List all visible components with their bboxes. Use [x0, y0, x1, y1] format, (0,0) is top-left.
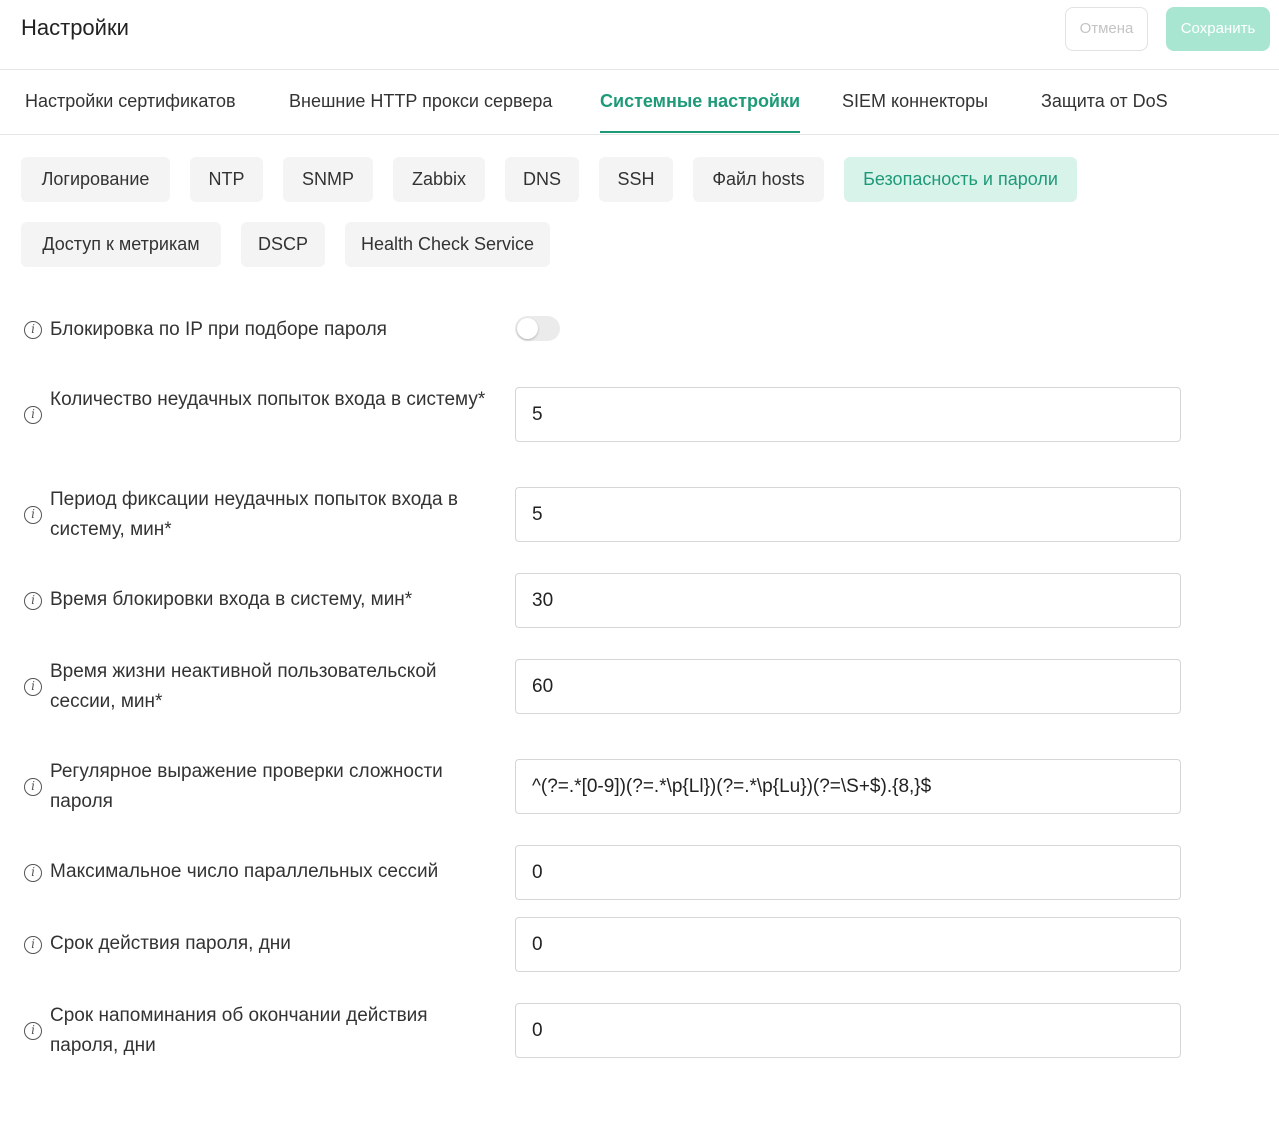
tab-certificate-settings[interactable]: Настройки сертификатов: [25, 90, 236, 133]
subtab-logging[interactable]: Логирование: [21, 157, 170, 202]
password-regex-input[interactable]: ^(?=.*[0-9])(?=.*\p{Ll})(?=.*\p{Lu})(?=\…: [515, 759, 1181, 814]
info-icon[interactable]: i: [24, 936, 42, 954]
info-icon[interactable]: i: [24, 678, 42, 696]
page-title: Настройки: [21, 15, 129, 40]
password-regex-label: Регулярное выражение проверки сложности …: [50, 761, 443, 812]
password-reminder-label: Срок напоминания об окончании действия п…: [50, 1005, 428, 1056]
ip-block-toggle[interactable]: [515, 316, 560, 341]
subtab-metrics-access[interactable]: Доступ к метрикам: [21, 222, 221, 267]
failed-attempts-input[interactable]: 5: [515, 387, 1181, 442]
password-expiry-input[interactable]: 0: [515, 917, 1181, 972]
failed-attempts-label: Количество неудачных попыток входа в сис…: [50, 389, 486, 410]
info-icon[interactable]: i: [24, 1022, 42, 1040]
ip-block-label: Блокировка по IP при подборе пароля: [50, 319, 387, 340]
subtab-ssh[interactable]: SSH: [599, 157, 673, 202]
lockout-time-input[interactable]: 30: [515, 573, 1181, 628]
max-sessions-label: Максимальное число параллельных сессий: [50, 861, 439, 882]
max-sessions-input[interactable]: 0: [515, 845, 1181, 900]
password-expiry-label: Срок действия пароля, дни: [50, 933, 291, 954]
failed-attempts-period-input[interactable]: 5: [515, 487, 1181, 542]
failed-attempts-period-label: Период фиксации неудачных попыток входа …: [50, 489, 458, 540]
subtab-zabbix[interactable]: Zabbix: [393, 157, 485, 202]
lockout-time-label: Время блокировки входа в систему, мин*: [50, 589, 413, 610]
toggle-knob: [517, 318, 538, 339]
info-icon[interactable]: i: [24, 778, 42, 796]
main-tabs: Настройки сертификатов Внешние HTTP прок…: [0, 70, 1279, 135]
subtab-security-passwords[interactable]: Безопасность и пароли: [844, 157, 1077, 202]
tab-siem-connectors[interactable]: SIEM коннекторы: [842, 90, 988, 133]
info-icon[interactable]: i: [24, 321, 42, 339]
subtab-ntp[interactable]: NTP: [190, 157, 263, 202]
session-lifetime-label: Время жизни неактивной пользовательской …: [50, 661, 437, 712]
tab-http-proxy[interactable]: Внешние HTTP прокси сервера: [289, 90, 552, 133]
cancel-button[interactable]: Отмена: [1065, 7, 1148, 51]
info-icon[interactable]: i: [24, 406, 42, 424]
save-button[interactable]: Сохранить: [1166, 7, 1270, 51]
tab-system-settings[interactable]: Системные настройки: [600, 90, 801, 133]
tab-dos-protection[interactable]: Защита от DoS: [1041, 90, 1168, 133]
password-reminder-input[interactable]: 0: [515, 1003, 1181, 1058]
session-lifetime-input[interactable]: 60: [515, 659, 1181, 714]
page-header: Настройки Отмена Сохранить: [0, 0, 1279, 70]
subtab-hosts-file[interactable]: Файл hosts: [693, 157, 824, 202]
info-icon[interactable]: i: [24, 506, 42, 524]
subtab-dscp[interactable]: DSCP: [241, 222, 325, 267]
subtab-dns[interactable]: DNS: [505, 157, 579, 202]
subtab-health-check-service[interactable]: Health Check Service: [345, 222, 550, 267]
info-icon[interactable]: i: [24, 864, 42, 882]
subtab-snmp[interactable]: SNMP: [283, 157, 373, 202]
info-icon[interactable]: i: [24, 592, 42, 610]
